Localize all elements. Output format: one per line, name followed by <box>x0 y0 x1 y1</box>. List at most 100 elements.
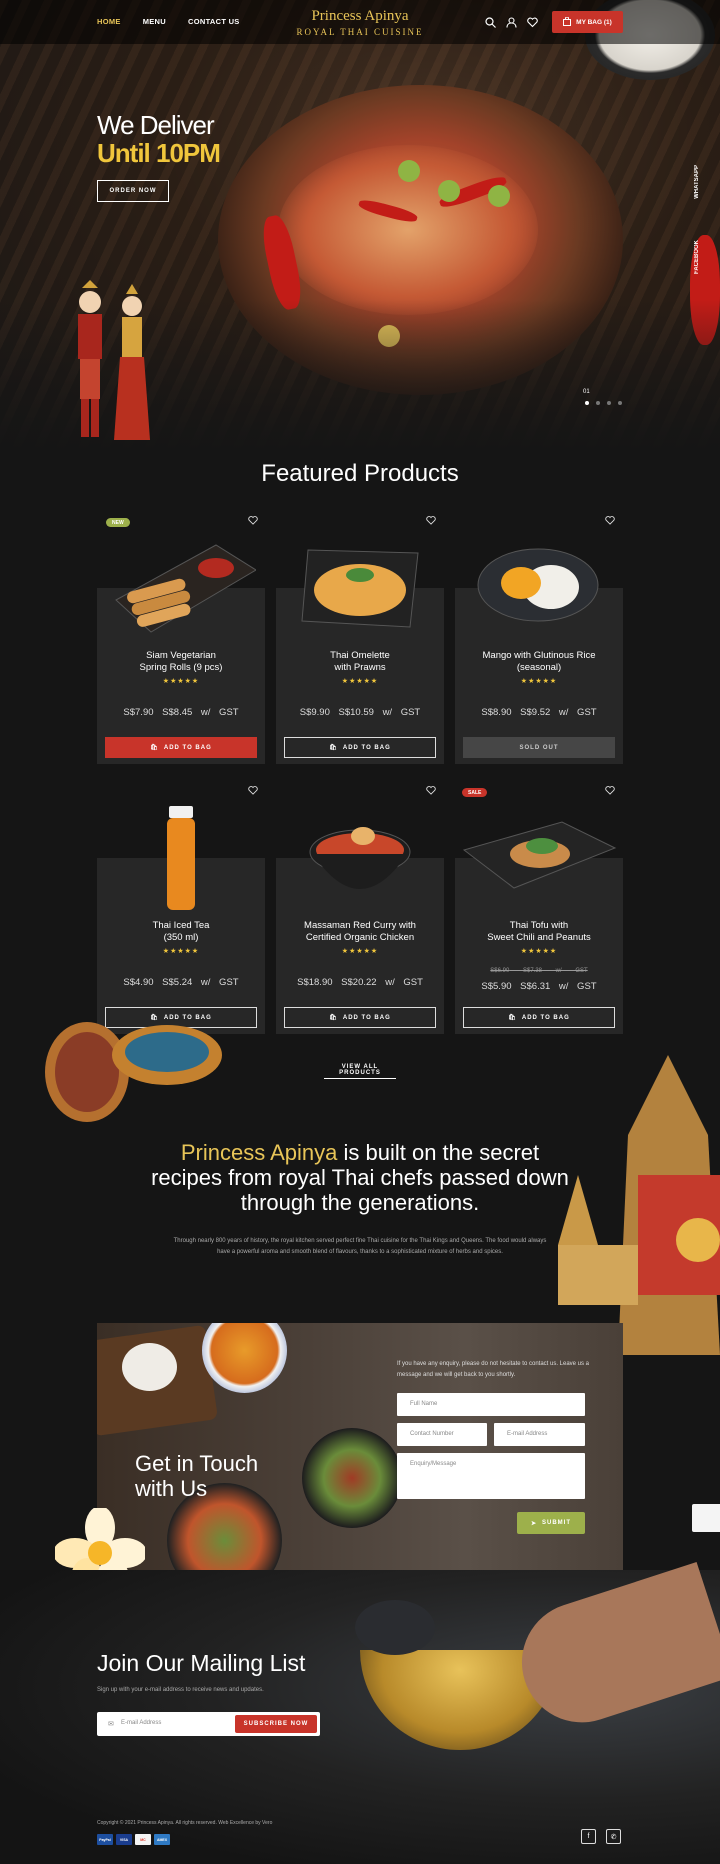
add-to-bag-button[interactable]: 🛍 ADD TO BAG <box>105 737 257 758</box>
product-name: Siam Vegetarian Spring Rolls (9 pcs) <box>139 650 223 673</box>
slider-dot[interactable] <box>607 401 611 405</box>
curry-plate-image <box>202 1323 287 1393</box>
contact-number-input[interactable]: Contact Number <box>397 1423 487 1446</box>
price-gst: S$5.24 w/ GST <box>162 977 239 988</box>
price: S$8.90 <box>481 707 512 718</box>
paypal-icon: PayPal <box>97 1834 113 1845</box>
add-to-bag-button[interactable]: 🛍 ADD TO BAG <box>284 1007 436 1028</box>
brand-logo[interactable]: Princess Apinya ROYAL THAI CUISINE <box>290 8 430 37</box>
price: S$9.90 <box>299 707 330 718</box>
user-icon[interactable] <box>506 15 517 28</box>
rice-plate-image <box>122 1343 177 1391</box>
product-price: S$9.90 S$10.59 w/ GST <box>276 707 444 718</box>
email-input[interactable]: E-mail Address <box>494 1423 585 1446</box>
product-price: S$8.90 S$9.52 w/ GST <box>455 707 623 718</box>
heart-icon[interactable] <box>527 15 538 28</box>
sold-out-button: SOLD OUT <box>463 737 615 758</box>
rating-stars: ★★★★★ <box>341 948 379 955</box>
thai-dancers-illustration <box>78 280 150 440</box>
copyright: Copyright © 2021 Princess Apinya. All ri… <box>97 1820 273 1826</box>
price: S$4.90 <box>123 977 154 988</box>
rating-stars: ★★★★★ <box>341 678 379 685</box>
product-price: S$4.90 S$5.24 w/ GST <box>97 977 265 988</box>
contact-title: Get in Touch with Us <box>135 1451 258 1501</box>
whatsapp-link[interactable]: WHATSAPP <box>694 165 706 199</box>
price-gst: S$8.45 w/ GST <box>162 707 239 718</box>
recaptcha-badge[interactable] <box>692 1504 720 1532</box>
message-textarea[interactable]: Enquiry/Message <box>397 1453 585 1499</box>
main-nav: HOME MENU CONTACT US <box>97 17 240 26</box>
slider-dot[interactable] <box>618 401 622 405</box>
view-all-products-link[interactable]: VIEW ALL PRODUCTS <box>324 1064 396 1079</box>
contact-title-line2: with Us <box>135 1476 208 1501</box>
omelette-image <box>301 549 419 628</box>
product-price: S$5.90 S$6.31 w/ GST <box>455 981 623 992</box>
payment-methods: PayPal VISA MC AMEX <box>97 1834 170 1845</box>
bag-icon: 🛍 <box>150 745 159 751</box>
logo-name: Princess Apinya <box>311 8 409 24</box>
search-icon[interactable] <box>485 15 496 28</box>
facebook-icon[interactable]: f <box>581 1829 596 1844</box>
temple-decoration <box>558 1055 720 1355</box>
wishlist-heart-icon[interactable] <box>605 786 615 795</box>
basket-decoration <box>45 1022 222 1122</box>
wishlist-heart-icon[interactable] <box>248 516 258 525</box>
product-name: Thai Omelette with Prawns <box>330 650 390 673</box>
contact-note: If you have any enquiry, please do not h… <box>397 1361 590 1378</box>
price-gst: S$6.31 w/ GST <box>520 981 597 992</box>
button-label: ADD TO BAG <box>163 744 212 751</box>
visa-icon: VISA <box>116 1834 132 1845</box>
page: We Deliver Until 10PM ORDER NOW WHATSAPP… <box>0 0 720 1864</box>
bag-icon: 🛍 <box>329 745 338 751</box>
nav-menu[interactable]: MENU <box>143 17 166 26</box>
whatsapp-icon[interactable]: ✆ <box>606 1829 621 1844</box>
mango-rice-image <box>477 548 599 622</box>
wishlist-heart-icon[interactable] <box>426 786 436 795</box>
submit-label: SUBMIT <box>542 1520 572 1526</box>
send-icon: ➤ <box>530 1520 538 1527</box>
add-to-bag-button[interactable]: 🛍 ADD TO BAG <box>463 1007 615 1028</box>
old-price-value: S$6.90 <box>490 968 510 974</box>
logo-tagline: ROYAL THAI CUISINE <box>296 27 424 37</box>
newsletter-email-input[interactable]: E-mail Address <box>121 1720 161 1726</box>
my-bag-button[interactable]: MY BAG (1) <box>552 11 623 33</box>
contact-section: Get in Touch with Us If you have any enqu… <box>97 1323 623 1570</box>
button-label: ADD TO BAG <box>342 1014 391 1021</box>
rating-stars: ★★★★★ <box>162 948 200 955</box>
story-paragraph: Through nearly 800 years of history, the… <box>173 1238 547 1255</box>
massaman-curry-image <box>309 827 411 889</box>
wishlist-heart-icon[interactable] <box>426 516 436 525</box>
slider-dot[interactable] <box>596 401 600 405</box>
ladle-image <box>355 1600 435 1655</box>
price: S$5.90 <box>481 981 512 992</box>
product-name: Massaman Red Curry with Certified Organi… <box>304 920 416 943</box>
site-header: HOME MENU CONTACT US Princess Apinya ROY… <box>0 0 720 44</box>
header-icons <box>485 15 538 28</box>
story-brand: Princess Apinya <box>180 1140 338 1165</box>
full-name-input[interactable]: Full Name <box>397 1393 585 1416</box>
my-bag-label: MY BAG (1) <box>576 18 612 26</box>
spring-rolls-image <box>115 544 256 633</box>
pea-image <box>398 160 420 182</box>
price-gst: S$20.22 w/ GST <box>341 977 423 988</box>
mailing-subtitle: Sign up with your e-mail address to rece… <box>97 1687 264 1693</box>
story-headline: Princess Apinya is built on the secret r… <box>150 1140 570 1215</box>
facebook-link[interactable]: FACEBOOK <box>694 240 706 274</box>
submit-button[interactable]: ➤ SUBMIT <box>517 1512 585 1534</box>
wishlist-heart-icon[interactable] <box>605 516 615 525</box>
nav-contact[interactable]: CONTACT US <box>188 17 240 26</box>
amex-icon: AMEX <box>154 1834 170 1845</box>
subscribe-button[interactable]: SUBSCRIBE NOW <box>235 1715 317 1733</box>
product-name: Mango with Glutinous Rice (seasonal) <box>482 650 596 673</box>
wishlist-heart-icon[interactable] <box>248 786 258 795</box>
order-now-button[interactable]: ORDER NOW <box>97 180 169 202</box>
rating-stars: ★★★★★ <box>520 948 558 955</box>
mastercard-icon: MC <box>135 1834 151 1845</box>
product-name: Thai Iced Tea (350 ml) <box>152 920 210 943</box>
bag-icon: 🛍 <box>508 1015 517 1021</box>
slider-dot[interactable] <box>585 401 589 405</box>
button-label: SOLD OUT <box>519 744 559 751</box>
add-to-bag-button[interactable]: 🛍 ADD TO BAG <box>284 737 436 758</box>
nav-home[interactable]: HOME <box>97 17 121 26</box>
rating-stars: ★★★★★ <box>162 678 200 685</box>
